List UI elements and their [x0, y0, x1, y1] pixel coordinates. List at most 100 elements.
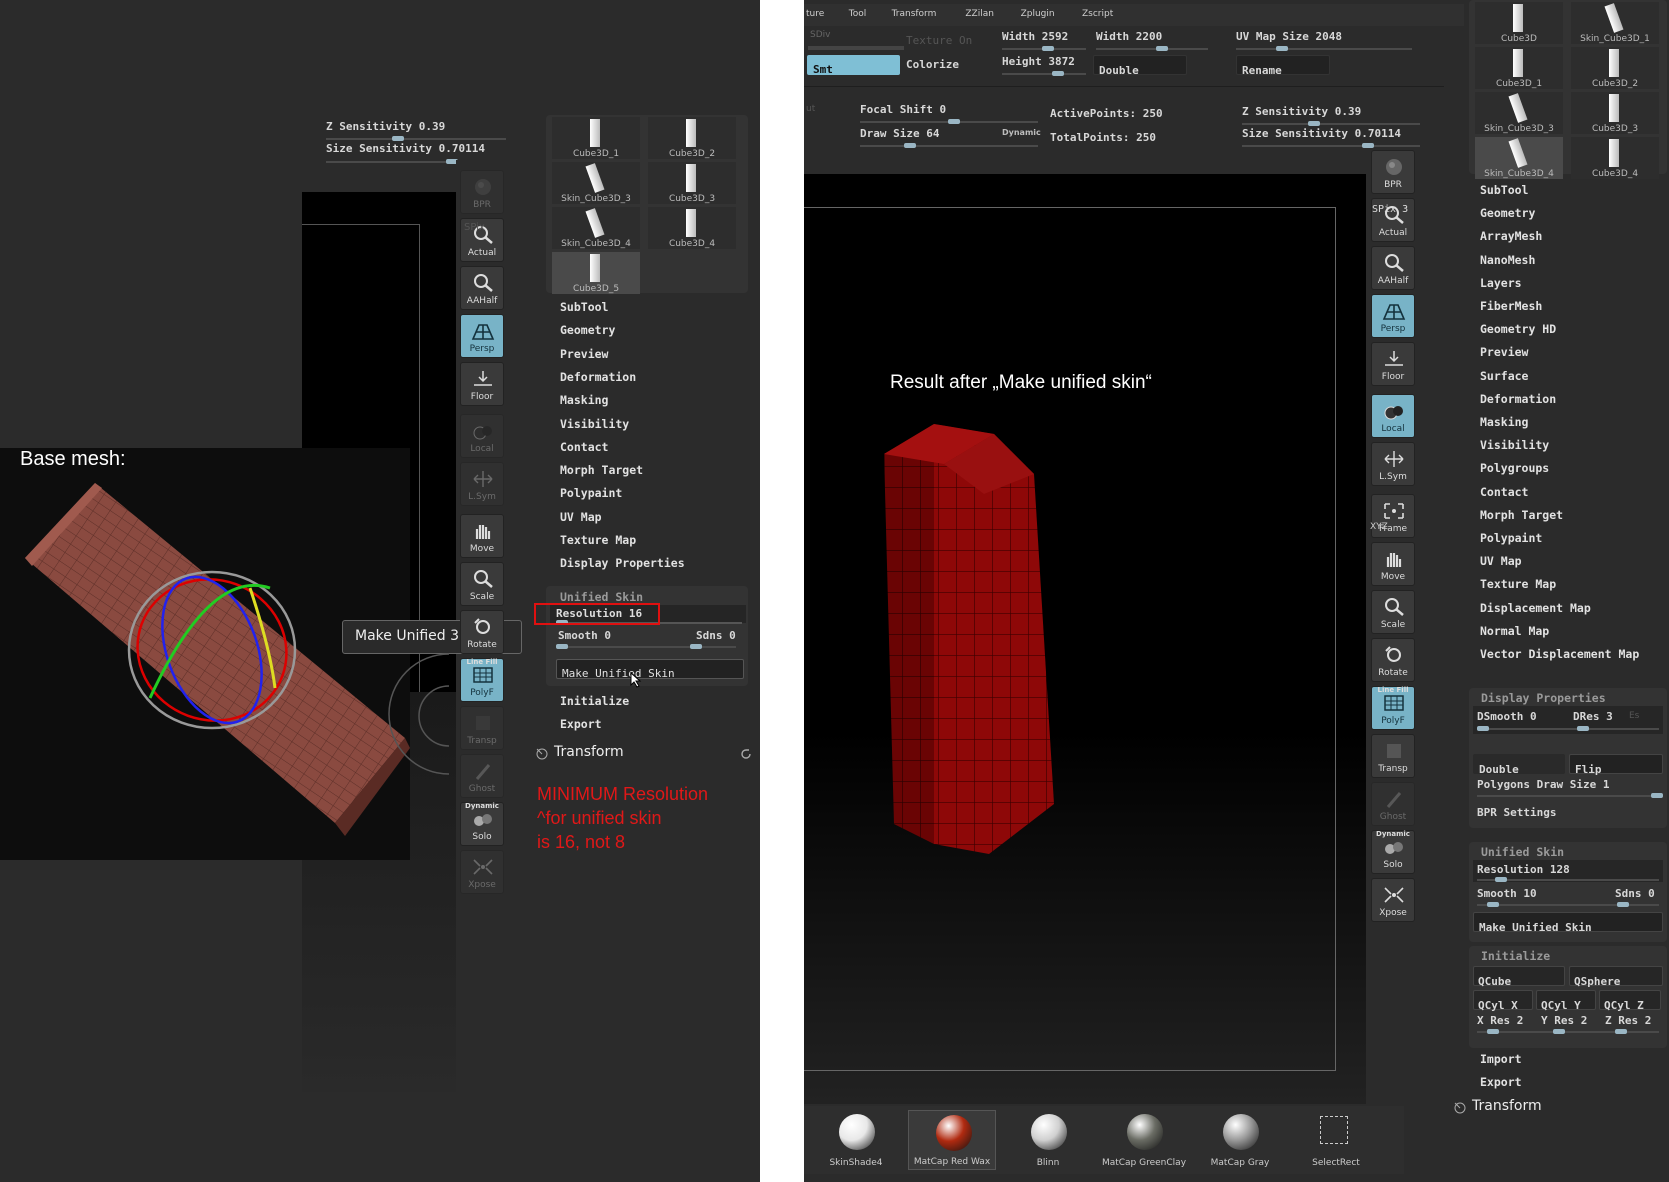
z-sensitivity-right[interactable]: Z Sensitivity 0.39 — [1242, 105, 1361, 118]
left-xpose-button[interactable]: Xpose — [460, 850, 504, 894]
z-res-slider[interactable]: Z Res 2 — [1605, 1014, 1651, 1027]
qcyl-y-button[interactable]: QCyl Y — [1536, 990, 1596, 1012]
right-transform-header[interactable]: Transform — [1448, 1098, 1668, 1120]
left-l-sym-button[interactable]: L.Sym — [460, 462, 504, 506]
right-aahalf-button[interactable]: AAHalf — [1371, 246, 1415, 290]
draw-size[interactable]: Draw Size 64 — [860, 127, 939, 140]
spix-slider[interactable]: SPix 3 — [1372, 204, 1408, 215]
right-scale-button[interactable]: Scale — [1371, 590, 1415, 634]
right-menu-polygroups[interactable]: Polygroups — [1480, 461, 1549, 475]
left-ghost-button[interactable]: Ghost — [460, 754, 504, 798]
right-persp-button[interactable]: Persp — [1371, 294, 1415, 338]
sdns-slider[interactable]: Sdns 0 — [696, 629, 736, 642]
right-subtool-item[interactable]: Cube3D_1 — [1475, 47, 1563, 89]
flip-button[interactable]: Flip — [1569, 754, 1663, 776]
top-menu-zplugin[interactable]: Zplugin — [1021, 9, 1055, 19]
right-rotate-button[interactable]: Rotate — [1371, 638, 1415, 682]
dsmooth-slider[interactable]: DSmooth 0 — [1477, 710, 1537, 723]
right-menu-masking[interactable]: Masking — [1480, 415, 1528, 429]
left-polyf-button[interactable]: Line Fill PolyF — [460, 658, 504, 702]
qcyl-z-button[interactable]: QCyl Z — [1599, 990, 1661, 1012]
unified-skin-header[interactable]: Unified Skin — [560, 590, 643, 604]
right-menu-displacement-map[interactable]: Displacement Map — [1480, 601, 1591, 615]
right-menu-subtool[interactable]: SubTool — [1480, 183, 1528, 197]
size-sensitivity-slider[interactable]: Size Sensitivity 0.70114 — [326, 142, 485, 155]
material-skinshade4[interactable]: SkinShade4 — [812, 1110, 900, 1170]
left-subtool-item[interactable]: Skin_Cube3D_3 — [552, 162, 640, 204]
material-matcap-red-wax[interactable]: MatCap Red Wax — [908, 1110, 996, 1170]
qcube-button[interactable]: QCube — [1473, 966, 1565, 988]
texture-on-button[interactable]: Texture On — [906, 34, 972, 47]
left-subtool-item[interactable]: Cube3D_4 — [648, 207, 736, 249]
left-persp-button[interactable]: Persp — [460, 314, 504, 358]
left-menu-polypaint[interactable]: Polypaint — [560, 486, 622, 500]
right-menu-vector-displacement-map[interactable]: Vector Displacement Map — [1480, 647, 1639, 661]
top-menu-transform[interactable]: Transform — [892, 9, 937, 19]
qcyl-x-button[interactable]: QCyl X — [1473, 990, 1533, 1012]
right-menu-polypaint[interactable]: Polypaint — [1480, 531, 1542, 545]
bpr-settings[interactable]: BPR Settings — [1477, 806, 1556, 819]
left-menu-morph-target[interactable]: Morph Target — [560, 463, 643, 477]
right-menu-preview[interactable]: Preview — [1480, 345, 1528, 359]
left-move-button[interactable]: Move — [460, 514, 504, 558]
left-menu-initialize[interactable]: Initialize — [560, 694, 629, 708]
right-bpr-button[interactable]: BPR — [1371, 150, 1415, 194]
colorize-button[interactable]: Colorize — [906, 58, 959, 71]
right-menu-visibility[interactable]: Visibility — [1480, 438, 1549, 452]
x-res-slider[interactable]: X Res 2 — [1477, 1014, 1523, 1027]
double-button[interactable]: Double — [1093, 55, 1187, 77]
right-menu-normal-map[interactable]: Normal Map — [1480, 624, 1549, 638]
left-menu-uv-map[interactable]: UV Map — [560, 510, 602, 524]
qsphere-button[interactable]: QSphere — [1569, 966, 1663, 988]
smooth-slider[interactable]: Smooth 0 — [558, 629, 611, 642]
left-menu-export[interactable]: Export — [560, 717, 602, 731]
right-menu-fibermesh[interactable]: FiberMesh — [1480, 299, 1542, 313]
right-menu-deformation[interactable]: Deformation — [1480, 392, 1556, 406]
right-solo-button[interactable]: Dynamic Solo — [1371, 830, 1415, 874]
y-res-slider[interactable]: Y Res 2 — [1541, 1014, 1587, 1027]
right-menu-contact[interactable]: Contact — [1480, 485, 1528, 499]
right-subtool-item[interactable]: Skin_Cube3D_4 — [1475, 137, 1563, 179]
left-scale-button[interactable]: Scale — [460, 562, 504, 606]
top-menu-zscript[interactable]: Zscript — [1082, 9, 1113, 19]
left-menu-visibility[interactable]: Visibility — [560, 417, 629, 431]
top-menu-ture[interactable]: ture — [806, 9, 824, 19]
right-menu-surface[interactable]: Surface — [1480, 369, 1528, 383]
material-selectrect[interactable]: SelectRect — [1292, 1110, 1380, 1170]
right-menu-export[interactable]: Export — [1480, 1075, 1522, 1089]
right-menu-texture-map[interactable]: Texture Map — [1480, 577, 1556, 591]
left-subtool-item[interactable]: Cube3D_2 — [648, 117, 736, 159]
right-ghost-button[interactable]: Ghost — [1371, 782, 1415, 826]
sdiv-slider[interactable]: SDiv — [810, 30, 830, 40]
right-menu-morph-target[interactable]: Morph Target — [1480, 508, 1563, 522]
dres-slider[interactable]: DRes 3 — [1573, 710, 1613, 723]
left-transp-button[interactable]: Transp — [460, 706, 504, 750]
rename-button[interactable]: Rename — [1236, 55, 1330, 77]
left-menu-deformation[interactable]: Deformation — [560, 370, 636, 384]
resolution-slider-right[interactable]: Resolution 128 — [1477, 863, 1570, 876]
left-menu-display-properties[interactable]: Display Properties — [560, 556, 685, 570]
right-menu-layers[interactable]: Layers — [1480, 276, 1522, 290]
width-2[interactable]: Width 2200 — [1096, 30, 1162, 43]
spix-label-left[interactable]: SPix — [464, 222, 485, 233]
left-subtool-item[interactable]: Cube3D_5 — [552, 252, 640, 294]
right-menu-geometry-hd[interactable]: Geometry HD — [1480, 322, 1556, 336]
right-transp-button[interactable]: Transp — [1371, 734, 1415, 778]
material-matcap-greenclay[interactable]: MatCap GreenClay — [1100, 1110, 1188, 1170]
make-unified-skin-button[interactable]: Make Unified Skin — [556, 659, 744, 680]
focal-shift[interactable]: Focal Shift 0 — [860, 103, 946, 116]
left-rotate-button[interactable]: Rotate — [460, 610, 504, 654]
left-aahalf-button[interactable]: AAHalf — [460, 266, 504, 310]
left-menu-texture-map[interactable]: Texture Map — [560, 533, 636, 547]
right-subtool-item[interactable]: Cube3D_2 — [1571, 47, 1659, 89]
smt-toggle[interactable]: Smt — [807, 55, 900, 76]
left-menu-masking[interactable]: Masking — [560, 393, 608, 407]
right-l-sym-button[interactable]: L.Sym — [1371, 442, 1415, 486]
left-local-button[interactable]: Local — [460, 414, 504, 458]
polygons-draw-size[interactable]: Polygons Draw Size 1 — [1477, 778, 1609, 791]
size-sensitivity-right[interactable]: Size Sensitivity 0.70114 — [1242, 127, 1401, 140]
right-floor-button[interactable]: Floor — [1371, 342, 1415, 386]
left-menu-contact[interactable]: Contact — [560, 440, 608, 454]
right-subtool-item[interactable]: Skin_Cube3D_1 — [1571, 2, 1659, 44]
smooth-slider-right[interactable]: Smooth 10 — [1477, 887, 1537, 900]
